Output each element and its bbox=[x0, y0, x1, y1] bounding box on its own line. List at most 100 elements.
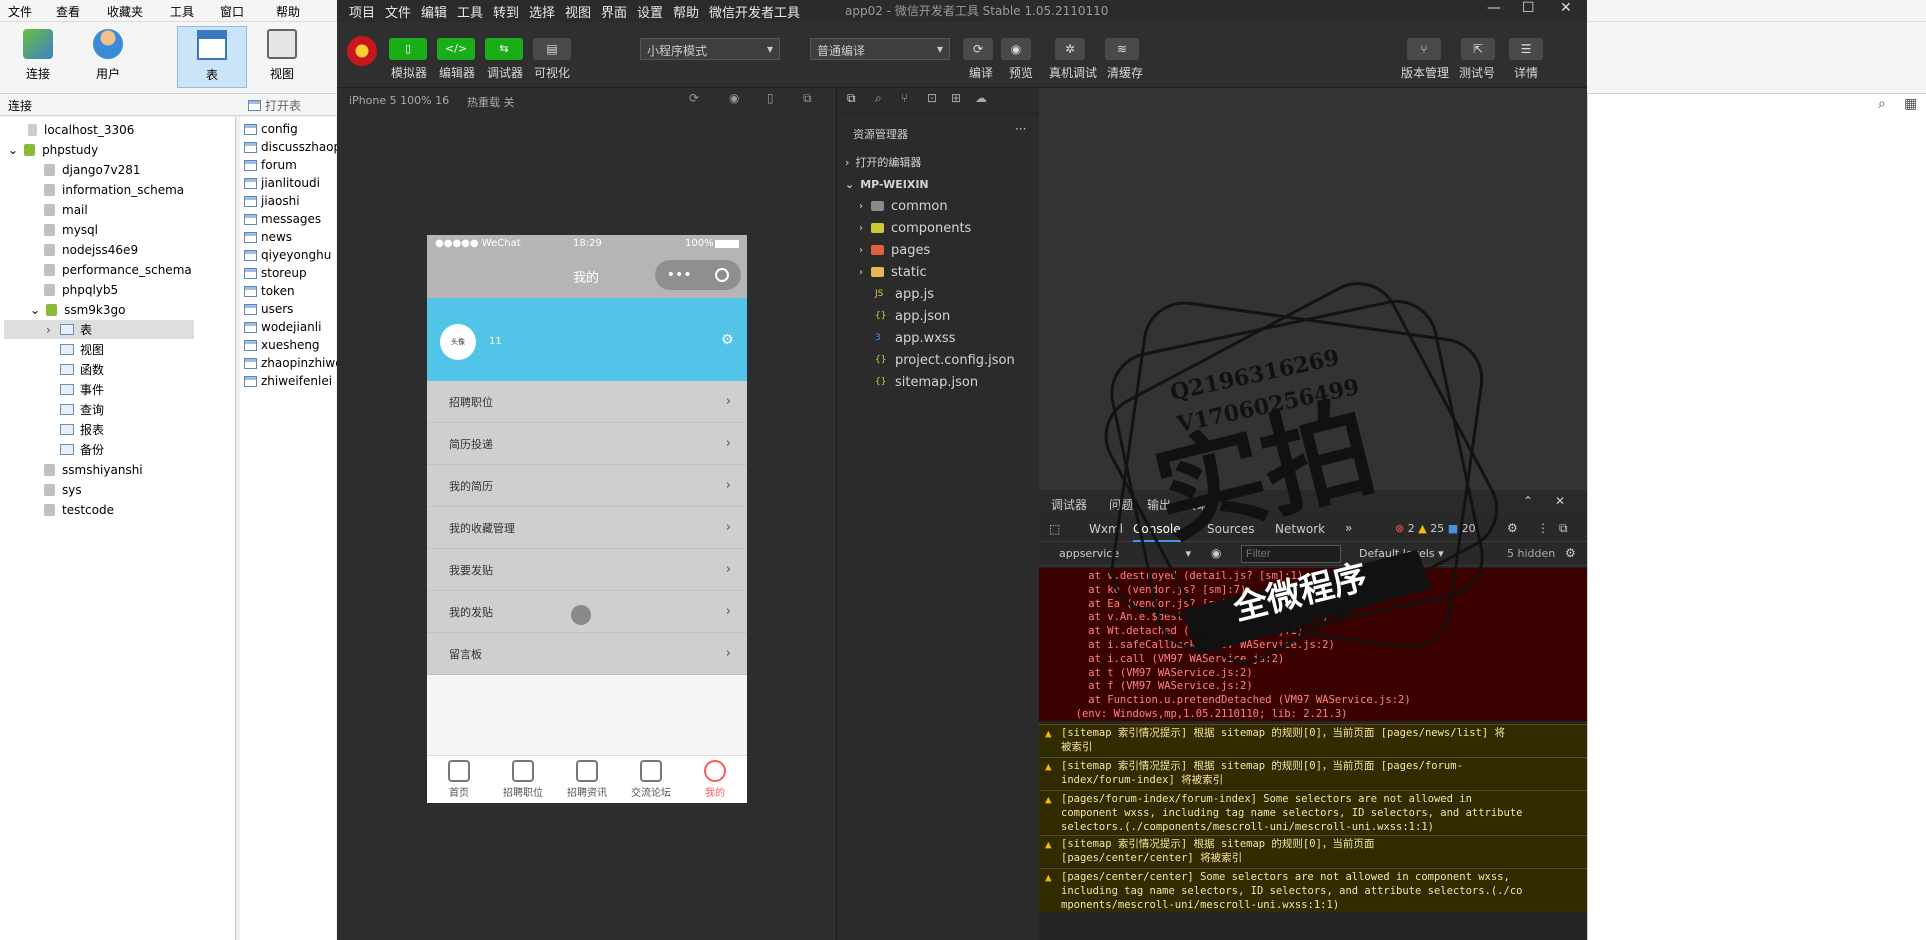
tabbar-item[interactable]: 招聘资讯 bbox=[555, 760, 619, 799]
avatar[interactable] bbox=[347, 36, 377, 66]
tab-console[interactable]: Console bbox=[1133, 522, 1181, 542]
tree-object[interactable]: › 表 bbox=[4, 320, 194, 339]
devtools-menu-item[interactable]: 项目 bbox=[349, 2, 375, 21]
chevron-up-icon[interactable]: ⌃ bbox=[1523, 494, 1533, 508]
chevron-down-icon[interactable]: ⌄ bbox=[30, 303, 40, 317]
tab-sources[interactable]: Sources bbox=[1207, 522, 1254, 536]
close-icon[interactable]: ✕ bbox=[1560, 0, 1572, 16]
devtools-menu-item[interactable]: 转到 bbox=[493, 2, 519, 21]
minimize-icon[interactable]: — bbox=[1487, 0, 1501, 16]
explorer-file[interactable]: {} app.json bbox=[875, 306, 950, 326]
tree-object[interactable]: 查询 bbox=[46, 400, 104, 419]
eye-icon[interactable]: ◉ bbox=[1211, 546, 1221, 560]
table-item[interactable]: discusszhaop bbox=[244, 138, 341, 156]
profile-menu-item[interactable]: 简历投递 › bbox=[427, 423, 747, 465]
menu-tools[interactable]: 工具 bbox=[170, 3, 194, 20]
version-button[interactable]: ⑂ bbox=[1407, 38, 1441, 60]
menu-favorites[interactable]: 收藏夹 bbox=[107, 3, 143, 20]
panel-tab-problems[interactable]: 问题 bbox=[1109, 496, 1133, 513]
more-icon[interactable]: ••• bbox=[667, 267, 692, 283]
chevron-down-icon[interactable]: ⌄ bbox=[8, 143, 18, 157]
hot-reload-toggle[interactable]: 热重载 关 bbox=[467, 94, 515, 110]
tree-database[interactable]: performance_schema bbox=[44, 260, 192, 279]
table-item[interactable]: jiaoshi bbox=[244, 192, 300, 210]
user-avatar[interactable]: 头像 bbox=[440, 324, 476, 360]
clear-cache-button[interactable]: ≋ bbox=[1105, 38, 1139, 60]
table-item[interactable]: zhiweifenlei bbox=[244, 372, 332, 390]
tree-database[interactable]: mysql bbox=[44, 220, 98, 239]
preview-button[interactable]: ◉ bbox=[1001, 38, 1031, 60]
tabbar-item[interactable]: 交流论坛 bbox=[619, 760, 683, 799]
tabbar-item[interactable]: 招聘职位 bbox=[491, 760, 555, 799]
table-item[interactable]: users bbox=[244, 300, 293, 318]
kebab-menu-icon[interactable]: ⋮ bbox=[1537, 521, 1549, 535]
tabbar-item[interactable]: 我的 bbox=[683, 760, 747, 799]
settings-gear-icon[interactable]: ⚙ bbox=[721, 332, 734, 348]
panel-tab-debugger[interactable]: 调试器 bbox=[1051, 496, 1087, 513]
more-icon[interactable]: ··· bbox=[1015, 122, 1026, 136]
table-item[interactable]: jianlitoudi bbox=[244, 174, 320, 192]
table-item[interactable]: qiyeyonghu bbox=[244, 246, 331, 264]
project-section[interactable]: ⌄ MP-WEIXIN bbox=[845, 174, 929, 194]
debugger-toggle[interactable]: ⇆ bbox=[485, 38, 523, 60]
error-count-badge[interactable]: ⊗ 2 ▲ 25 ■ 20 bbox=[1395, 522, 1476, 535]
files-icon[interactable]: ⧉ bbox=[847, 91, 856, 106]
profile-menu-item[interactable]: 留言板 › bbox=[427, 633, 747, 675]
tree-object[interactable]: 视图 bbox=[46, 340, 104, 359]
tree-host[interactable]: ⌄ phpstudy bbox=[8, 140, 98, 159]
compile-select[interactable]: 普通编译 ▾ bbox=[810, 38, 950, 60]
profile-menu-item[interactable]: 招聘职位 › bbox=[427, 381, 747, 423]
tree-object[interactable]: 备份 bbox=[46, 440, 104, 459]
tree-database[interactable]: ssmshiyanshi bbox=[44, 460, 143, 479]
phone-icon[interactable]: ▯ bbox=[767, 91, 774, 105]
tree-database[interactable]: phpqlyb5 bbox=[44, 280, 118, 299]
compile-button[interactable]: ⟳ bbox=[963, 38, 993, 60]
console-filter-input[interactable] bbox=[1241, 545, 1341, 563]
explorer-folder[interactable]: › pages bbox=[859, 240, 930, 260]
test-account-button[interactable]: ⇱ bbox=[1461, 38, 1495, 60]
tree-database[interactable]: mail bbox=[44, 200, 88, 219]
devtools-menu-item[interactable]: 文件 bbox=[385, 2, 411, 21]
open-table-button[interactable]: 打开表 bbox=[248, 97, 301, 114]
explorer-file[interactable]: JS app.js bbox=[875, 284, 934, 304]
profile-menu-item[interactable]: 我要发贴 › bbox=[427, 549, 747, 591]
tree-object[interactable]: 函数 bbox=[46, 360, 104, 379]
grid-icon[interactable]: ▦ bbox=[1904, 96, 1917, 112]
connection-button[interactable]: 连接 bbox=[8, 26, 68, 88]
tree-database[interactable]: django7v281 bbox=[44, 160, 141, 179]
tree-object[interactable]: 事件 bbox=[46, 380, 104, 399]
explorer-folder[interactable]: › components bbox=[859, 218, 971, 238]
simulator-toggle[interactable]: ▯ bbox=[389, 38, 427, 60]
tree-connection[interactable]: localhost_3306 bbox=[28, 120, 134, 139]
mode-select[interactable]: 小程序模式 ▾ bbox=[640, 38, 780, 60]
settings-gear-icon[interactable]: ⚙ bbox=[1507, 521, 1518, 535]
details-button[interactable]: ☰ bbox=[1509, 38, 1543, 60]
devtools-menu-item[interactable]: 界面 bbox=[601, 2, 627, 21]
table-item[interactable]: config bbox=[244, 120, 298, 138]
remote-debug-button[interactable]: ✲ bbox=[1055, 38, 1085, 60]
refresh-icon[interactable]: ⟳ bbox=[689, 91, 699, 105]
capsule-menu[interactable]: ••• bbox=[655, 260, 741, 290]
table-button[interactable]: 表 bbox=[177, 26, 247, 88]
menu-window[interactable]: 窗口 bbox=[220, 3, 244, 20]
settings-gear-icon[interactable]: ⚙ bbox=[1565, 546, 1576, 560]
explorer-folder[interactable]: › static bbox=[859, 262, 927, 282]
explorer-folder[interactable]: › common bbox=[859, 196, 948, 216]
devtools-menu-item[interactable]: 工具 bbox=[457, 2, 483, 21]
cloud-icon[interactable]: ☁ bbox=[975, 91, 987, 105]
table-item[interactable]: storeup bbox=[244, 264, 307, 282]
tabbar-item[interactable]: 首页 bbox=[427, 760, 491, 799]
explorer-file[interactable]: 3 app.wxss bbox=[875, 328, 955, 348]
debug-icon[interactable]: ⊡ bbox=[927, 91, 937, 105]
tree-database[interactable]: testcode bbox=[44, 500, 114, 519]
tab-network[interactable]: Network bbox=[1275, 522, 1325, 536]
tree-database[interactable]: sys bbox=[44, 480, 82, 499]
devtools-menu-item[interactable]: 视图 bbox=[565, 2, 591, 21]
tree-database[interactable]: nodejss46e9 bbox=[44, 240, 138, 259]
table-item[interactable]: news bbox=[244, 228, 292, 246]
table-item[interactable]: wodejianli bbox=[244, 318, 321, 336]
close-capsule-icon[interactable] bbox=[715, 268, 730, 282]
table-item[interactable]: xuesheng bbox=[244, 336, 320, 354]
devtools-menu-item[interactable]: 设置 bbox=[637, 2, 663, 21]
devtools-menu-item[interactable]: 微信开发者工具 bbox=[709, 2, 800, 21]
